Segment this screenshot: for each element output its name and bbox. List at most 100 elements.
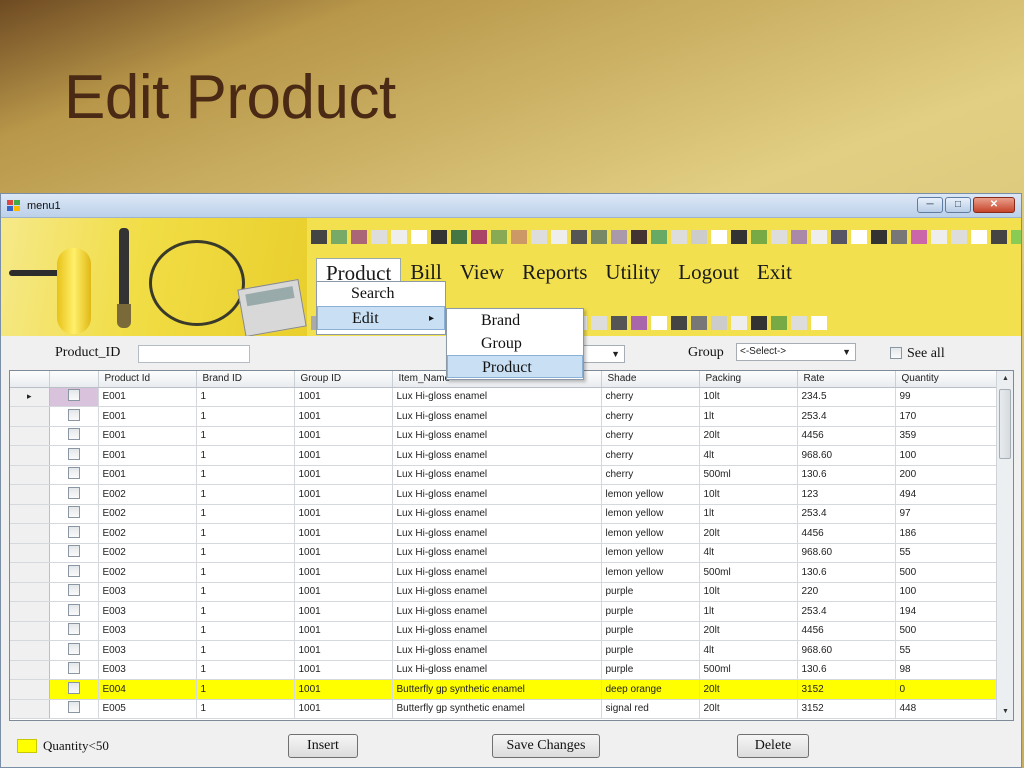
submenu-item-product[interactable]: Product	[447, 355, 583, 378]
table-row[interactable]: E003 1 1001 Lux Hi-gloss enamel purple 10lt 22…	[10, 582, 999, 602]
cell-group-id[interactable]: 1001	[294, 543, 393, 563]
row-checkbox[interactable]	[67, 467, 80, 480]
cell-item-name[interactable]: Lux Hi-gloss enamel	[392, 445, 602, 466]
row-checkbox[interactable]	[67, 486, 80, 499]
column-header-rate[interactable]: Rate	[797, 371, 896, 388]
cell-group-id[interactable]: 1001	[294, 601, 393, 622]
cell-group-id[interactable]: 1001	[294, 426, 393, 446]
cell-quantity[interactable]: 494	[895, 484, 999, 505]
cell-packing[interactable]: 4lt	[699, 543, 798, 563]
row-checkbox[interactable]	[67, 681, 80, 694]
save-changes-button[interactable]: Save Changes	[492, 734, 600, 758]
cell-group-id[interactable]: 1001	[294, 660, 393, 680]
scroll-down-icon[interactable]: ▼	[997, 704, 1013, 720]
cell-rate[interactable]: 234.5	[797, 387, 896, 407]
column-header-product-id[interactable]: Product Id	[98, 371, 197, 388]
group-select[interactable]: <-Select-> ▼	[736, 343, 856, 361]
cell-packing[interactable]: 20lt	[699, 523, 798, 544]
cell-shade[interactable]: cherry	[601, 465, 700, 485]
row-header[interactable]	[10, 465, 50, 485]
cell-quantity[interactable]: 186	[895, 523, 999, 544]
row-checkbox[interactable]	[67, 506, 80, 519]
cell-quantity[interactable]: 100	[895, 582, 999, 602]
menu-item-edit[interactable]: Edit ▸	[317, 306, 445, 330]
cell-packing[interactable]: 500ml	[699, 562, 798, 583]
cell-brand-id[interactable]: 1	[196, 406, 295, 427]
cell-shade[interactable]: purple	[601, 640, 700, 661]
column-header-brand-id[interactable]: Brand ID	[196, 371, 295, 388]
table-row[interactable]: ▸ E001 1 1001 Lux Hi-gloss enamel cherry 10lt 2…	[10, 387, 999, 407]
cell-product-id[interactable]: E002	[98, 523, 197, 544]
cell-rate[interactable]: 4456	[797, 523, 896, 544]
cell-product-id[interactable]: E005	[98, 699, 197, 719]
table-row[interactable]: E001 1 1001 Lux Hi-gloss enamel cherry 1lt 253…	[10, 406, 999, 427]
cell-brand-id[interactable]: 1	[196, 387, 295, 407]
cell-brand-id[interactable]: 1	[196, 562, 295, 583]
cell-brand-id[interactable]: 1	[196, 640, 295, 661]
cell-shade[interactable]: lemon yellow	[601, 504, 700, 524]
cell-group-id[interactable]: 1001	[294, 679, 393, 700]
table-row[interactable]: E001 1 1001 Lux Hi-gloss enamel cherry 20lt 44…	[10, 426, 999, 446]
delete-button[interactable]: Delete	[737, 734, 809, 758]
cell-shade[interactable]: cherry	[601, 426, 700, 446]
cell-packing[interactable]: 10lt	[699, 387, 798, 407]
cell-group-id[interactable]: 1001	[294, 484, 393, 505]
cell-product-id[interactable]: E003	[98, 601, 197, 622]
submenu-item-brand[interactable]: Brand	[447, 309, 583, 332]
table-row[interactable]: E002 1 1001 Lux Hi-gloss enamel lemon yellow…	[10, 543, 999, 563]
cell-rate[interactable]: 3152	[797, 679, 896, 700]
cell-brand-id[interactable]: 1	[196, 445, 295, 466]
cell-item-name[interactable]: Lux Hi-gloss enamel	[392, 484, 602, 505]
scroll-up-icon[interactable]: ▲	[997, 371, 1013, 387]
cell-product-id[interactable]: E001	[98, 406, 197, 427]
cell-product-id[interactable]: E003	[98, 621, 197, 641]
cell-packing[interactable]: 20lt	[699, 699, 798, 719]
cell-shade[interactable]: lemon yellow	[601, 562, 700, 583]
menu-utility[interactable]: Utility	[596, 258, 669, 288]
column-header-group-id[interactable]: Group ID	[294, 371, 393, 388]
cell-product-id[interactable]: E001	[98, 445, 197, 466]
cell-quantity[interactable]: 97	[895, 504, 999, 524]
cell-brand-id[interactable]: 1	[196, 484, 295, 505]
row-header[interactable]	[10, 543, 50, 563]
table-row[interactable]: E005 1 1001 Butterfly gp synthetic enamel si…	[10, 699, 999, 719]
cell-shade[interactable]: purple	[601, 582, 700, 602]
table-row[interactable]: E002 1 1001 Lux Hi-gloss enamel lemon yellow…	[10, 562, 999, 583]
maximize-button[interactable]: □	[945, 197, 971, 213]
cell-group-id[interactable]: 1001	[294, 465, 393, 485]
cell-rate[interactable]: 130.6	[797, 562, 896, 583]
menu-reports[interactable]: Reports	[513, 258, 596, 288]
cell-product-id[interactable]: E003	[98, 640, 197, 661]
cell-item-name[interactable]: Lux Hi-gloss enamel	[392, 582, 602, 602]
menu-view[interactable]: View	[451, 258, 513, 288]
cell-packing[interactable]: 4lt	[699, 640, 798, 661]
cell-brand-id[interactable]: 1	[196, 426, 295, 446]
cell-rate[interactable]: 968.60	[797, 445, 896, 466]
cell-group-id[interactable]: 1001	[294, 582, 393, 602]
cell-quantity[interactable]: 55	[895, 640, 999, 661]
row-checkbox[interactable]	[67, 545, 80, 558]
cell-quantity[interactable]: 194	[895, 601, 999, 622]
cell-quantity[interactable]: 359	[895, 426, 999, 446]
table-row[interactable]: E002 1 1001 Lux Hi-gloss enamel lemon yellow…	[10, 504, 999, 524]
cell-shade[interactable]: purple	[601, 660, 700, 680]
table-row[interactable]: E004 1 1001 Butterfly gp synthetic enamel de…	[10, 679, 999, 700]
cell-brand-id[interactable]: 1	[196, 582, 295, 602]
cell-product-id[interactable]: E001	[98, 387, 197, 407]
row-header[interactable]	[10, 426, 50, 446]
cell-shade[interactable]: purple	[601, 601, 700, 622]
row-header[interactable]: ▸	[10, 387, 50, 407]
cell-rate[interactable]: 4456	[797, 621, 896, 641]
row-header[interactable]	[10, 523, 50, 544]
cell-item-name[interactable]: Lux Hi-gloss enamel	[392, 621, 602, 641]
cell-quantity[interactable]: 0	[895, 679, 999, 700]
cell-rate[interactable]: 130.6	[797, 465, 896, 485]
cell-brand-id[interactable]: 1	[196, 543, 295, 563]
cell-product-id[interactable]: E002	[98, 543, 197, 563]
cell-packing[interactable]: 10lt	[699, 582, 798, 602]
cell-shade[interactable]: lemon yellow	[601, 543, 700, 563]
cell-quantity[interactable]: 500	[895, 621, 999, 641]
cell-shade[interactable]: purple	[601, 621, 700, 641]
cell-quantity[interactable]: 99	[895, 387, 999, 407]
cell-shade[interactable]: cherry	[601, 445, 700, 466]
